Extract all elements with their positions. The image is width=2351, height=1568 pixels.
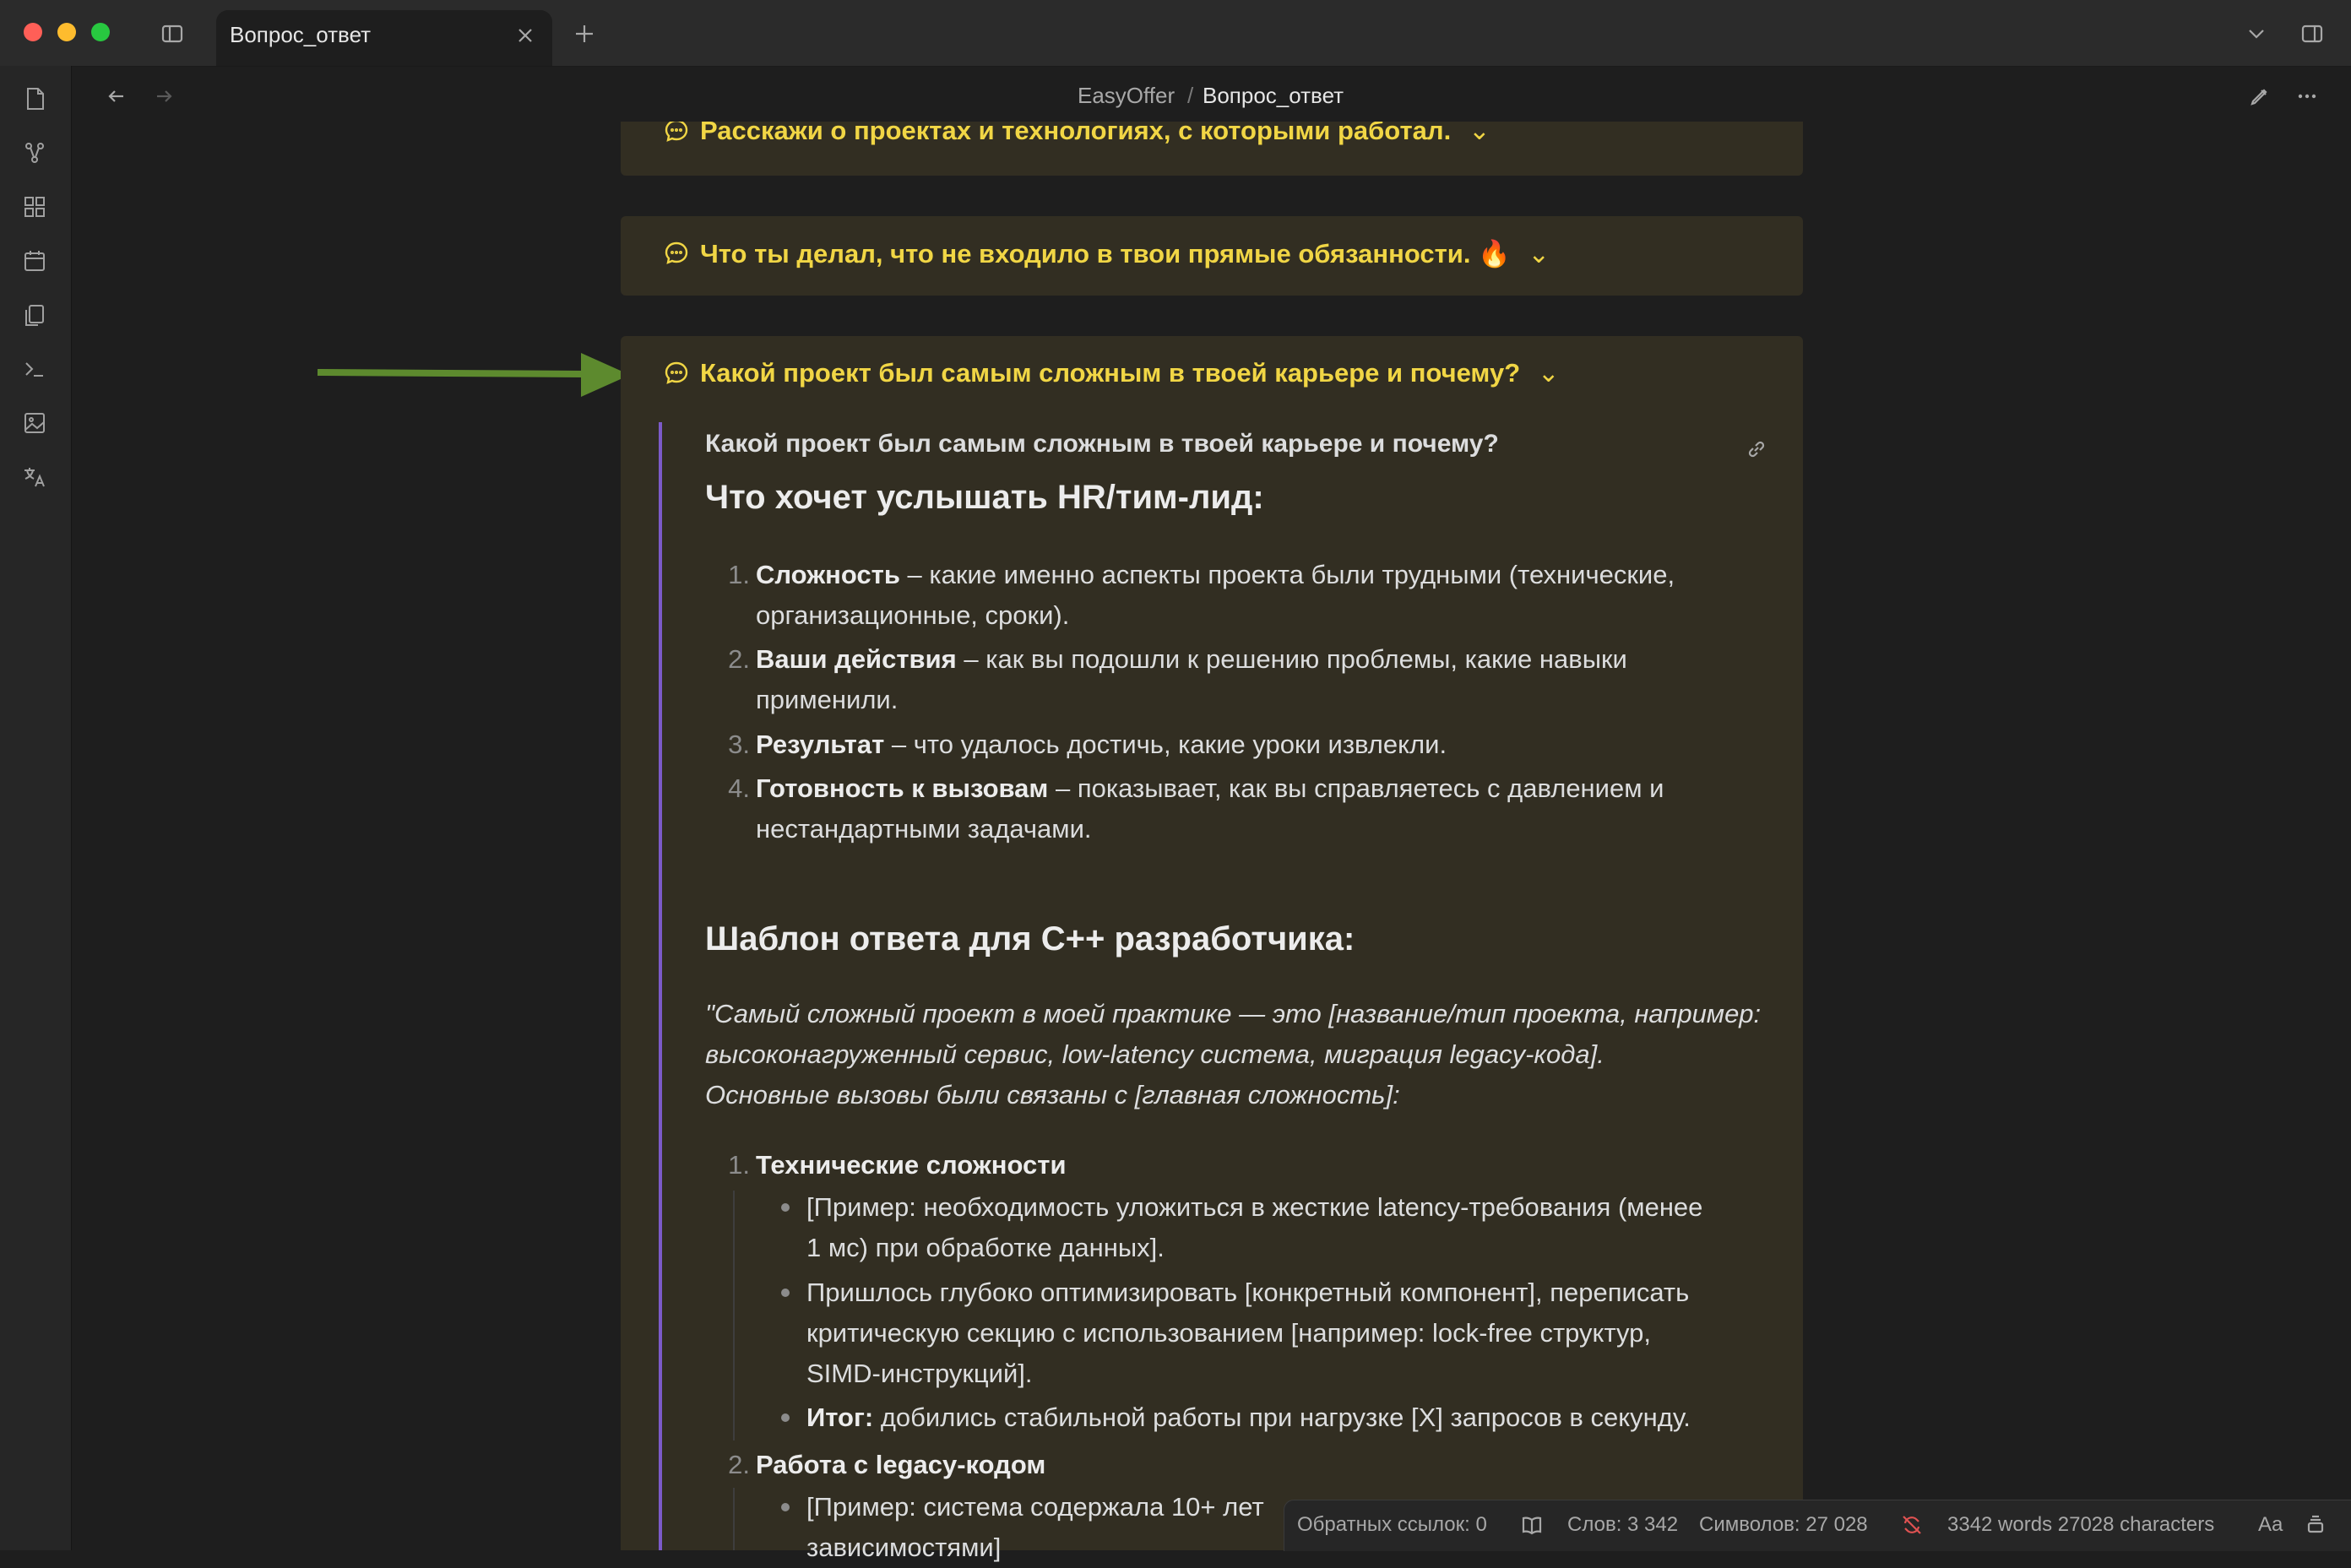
chat-bubble-icon: [665, 122, 688, 142]
list-item: Работа с legacy-кодом: [756, 1450, 1046, 1479]
green-arrow-icon: [317, 353, 630, 397]
bullet-item: Пришлось глубоко оптимизировать [конкрет…: [806, 1278, 1690, 1307]
chevron-down-icon[interactable]: ⌄: [1469, 122, 1490, 145]
terminal-icon[interactable]: [19, 353, 51, 385]
bullet-item-cont: SIMD-инструкций].: [806, 1359, 1033, 1388]
list-number: 2.: [728, 644, 750, 674]
indent-guide: [733, 1488, 735, 1550]
quote-line: "Самый сложный проект в моей практике — …: [705, 999, 1762, 1028]
breadcrumb-vault[interactable]: EasyOffer: [1078, 83, 1175, 109]
graph-view-icon[interactable]: [19, 137, 51, 169]
forward-arrow-icon[interactable]: [147, 79, 181, 113]
list-number: 1.: [728, 560, 750, 589]
section-heading-2: Шаблон ответа для C++ разработчика:: [705, 920, 1355, 958]
list-item-cont: применили.: [756, 685, 899, 714]
bullet-item: [Пример: система содержала 10+ лет: [806, 1492, 1264, 1522]
bullet: [781, 1503, 790, 1511]
bullet-item-cont: 1 мс) при обработке данных].: [806, 1233, 1165, 1262]
callout-collapsed-2[interactable]: Что ты делал, что не входило в твои прям…: [621, 216, 1803, 296]
book-icon[interactable]: [1515, 1508, 1549, 1542]
callout-title-text-3: Какой проект был самым сложным в твоей к…: [700, 358, 1521, 388]
list-item: Сложность – какие именно аспекты проекта…: [756, 560, 1675, 589]
canvas-grid-icon[interactable]: [19, 191, 51, 223]
embedded-question-title: Какой проект был самым сложным в твоей к…: [705, 430, 1499, 458]
link-icon[interactable]: [1740, 432, 1773, 466]
tab-list-chevron-icon[interactable]: [2240, 17, 2273, 51]
sync-disabled-icon[interactable]: [1895, 1508, 1929, 1542]
calendar-icon[interactable]: [19, 245, 51, 277]
callout-title-3[interactable]: Какой проект был самым сложным в твоей к…: [663, 358, 1560, 388]
list-item: Ваши действия – как вы подошли к решению…: [756, 644, 1627, 674]
list-number: 1.: [728, 1150, 750, 1180]
section-heading-1: Что хочет услышать HR/тим-лид:: [705, 479, 1264, 516]
callout-title-2: Что ты делал, что не входило в твои прям…: [663, 238, 1550, 269]
list-number: 2.: [728, 1450, 750, 1479]
list-item-cont: нестандартными задачами.: [756, 814, 1092, 844]
char-count: Символов: 27 028: [1699, 1513, 1868, 1536]
list-item: Результат – что удалось достичь, какие у…: [756, 730, 1447, 759]
minimize-window-button[interactable]: [57, 23, 76, 41]
word-count: Слов: 3 342: [1567, 1513, 1679, 1536]
bullet-item-cont: критическую секцию с использованием [нап…: [806, 1318, 1651, 1348]
bullet: [781, 1203, 790, 1212]
backlinks-count[interactable]: Обратных ссылок: 0: [1297, 1513, 1487, 1537]
chevron-down-icon[interactable]: ⌄: [1538, 358, 1560, 388]
list-number: 3.: [728, 730, 750, 759]
edit-pencil-icon[interactable]: [2243, 79, 2277, 113]
layers-icon[interactable]: [2299, 1508, 2332, 1542]
more-options-icon[interactable]: [2290, 79, 2324, 113]
quote-line: Основные вызовы были связаны с [главная …: [705, 1080, 1400, 1110]
callout-title-text-2: Что ты делал, что не входило в твои прям…: [700, 239, 1511, 269]
embed-quote-line: [659, 422, 662, 1550]
bullet-item-cont: зависимостями]: [806, 1533, 1002, 1562]
right-sidebar-toggle-icon[interactable]: [2295, 17, 2329, 51]
list-item: Готовность к вызовам – показывает, как в…: [756, 773, 1664, 803]
close-window-button[interactable]: [24, 23, 42, 41]
quote-line: высоконагруженный сервис, low-latency си…: [705, 1039, 1604, 1069]
back-arrow-icon[interactable]: [100, 79, 133, 113]
zoom-window-button[interactable]: [91, 23, 110, 41]
close-tab-icon[interactable]: [508, 19, 542, 52]
callout-title-text-1: Расскажи о проектах и технологиях, с кот…: [700, 116, 1452, 145]
words-characters-summary: 3342 words 27028 characters: [1947, 1513, 2215, 1536]
translate-icon[interactable]: [19, 461, 51, 493]
open-quick-switcher-icon[interactable]: [19, 83, 51, 115]
chat-bubble-icon: [665, 241, 688, 264]
bullet-item: Итог: добились стабильной работы при наг…: [806, 1403, 1691, 1432]
image-icon[interactable]: [19, 407, 51, 439]
sidebar-toggle-icon[interactable]: [155, 17, 189, 51]
breadcrumb-note[interactable]: Вопрос_ответ: [1203, 83, 1344, 109]
callout-title-1: Расскажи о проектах и технологиях, с кот…: [663, 116, 1490, 146]
new-tab-icon[interactable]: [567, 17, 601, 51]
bullet: [781, 1413, 790, 1422]
left-ribbon: [0, 66, 72, 1550]
tab-title: Вопрос_ответ: [230, 22, 372, 47]
bullet: [781, 1289, 790, 1297]
list-item-cont: организационные, сроки).: [756, 600, 1070, 630]
indent-guide: [733, 1191, 735, 1440]
list-number: 4.: [728, 773, 750, 803]
templates-copy-icon[interactable]: [19, 299, 51, 331]
bullet-item: [Пример: необходимость уложиться в жестк…: [806, 1192, 1703, 1222]
font-size-toggle[interactable]: Aa: [2258, 1513, 2283, 1537]
chevron-down-icon[interactable]: ⌄: [1528, 239, 1550, 269]
list-item: Технические сложности: [756, 1150, 1067, 1180]
chat-bubble-icon: [665, 361, 688, 384]
breadcrumb-separator: /: [1187, 83, 1194, 108]
